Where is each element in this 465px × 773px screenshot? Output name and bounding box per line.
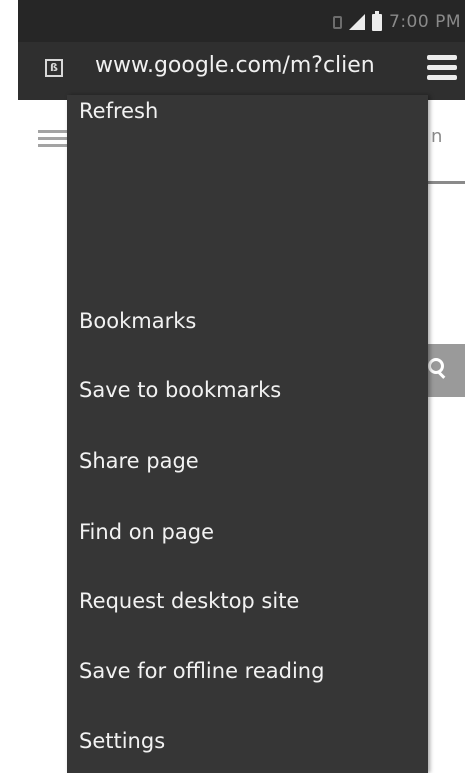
menu-item-settings[interactable]: Settings [79, 729, 165, 753]
search-icon [428, 358, 444, 374]
overflow-menu: Refresh Bookmarks Save to bookmarks Shar… [67, 95, 428, 773]
menu-item-refresh[interactable]: Refresh [79, 99, 158, 123]
status-icons: 7:00 PM [333, 10, 461, 32]
status-bar: 7:00 PM [18, 0, 465, 42]
menu-item-find-on-page[interactable]: Find on page [79, 520, 214, 544]
signal-icon [349, 14, 365, 30]
hamburger-icon[interactable] [38, 130, 70, 148]
sign-in-link[interactable]: n [431, 126, 442, 147]
sim-icon [333, 15, 342, 29]
battery-icon [372, 10, 382, 31]
address-bar: ß www.google.com/m?clien [18, 42, 465, 100]
search-button[interactable] [422, 344, 465, 397]
page-icon[interactable]: ß [45, 59, 63, 77]
tabs-icon[interactable] [427, 55, 457, 81]
url-field[interactable]: www.google.com/m?clien [95, 53, 375, 78]
menu-item-save-offline[interactable]: Save for offline reading [79, 659, 324, 683]
clock: 7:00 PM [389, 12, 461, 32]
menu-item-share-page[interactable]: Share page [79, 449, 199, 473]
menu-item-request-desktop-site[interactable]: Request desktop site [79, 589, 299, 613]
menu-item-save-to-bookmarks[interactable]: Save to bookmarks [79, 378, 281, 402]
menu-item-bookmarks[interactable]: Bookmarks [79, 309, 196, 333]
